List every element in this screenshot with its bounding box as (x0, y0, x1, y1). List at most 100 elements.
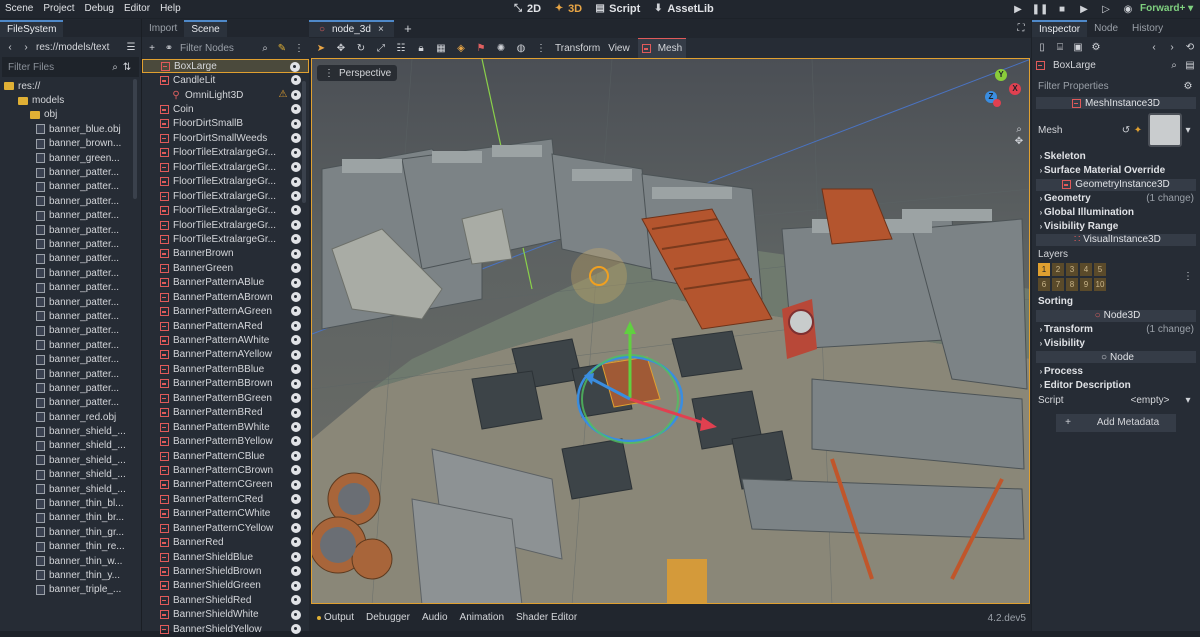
layer-cell[interactable]: 2 (1052, 262, 1064, 276)
visibility-eye-icon[interactable] (291, 436, 301, 447)
script-attach-icon[interactable]: ✎ (276, 42, 288, 54)
snap-icon[interactable]: ◈ (455, 42, 467, 54)
lock-icon[interactable]: 🔒︎ (415, 42, 427, 54)
file-item[interactable]: banner_triple_... (0, 583, 141, 597)
settings-icon[interactable]: ⚙ (1182, 80, 1194, 92)
inspector-section[interactable]: › Process (1032, 364, 1200, 378)
scene-node[interactable]: CandleLit (142, 73, 309, 87)
tab-inspector[interactable]: Inspector (1032, 19, 1088, 37)
inspector-section[interactable]: › Transform (1 change) (1032, 323, 1200, 337)
visibility-eye-icon[interactable] (291, 104, 301, 115)
tab-import[interactable]: Import (142, 20, 184, 37)
visibility-eye-icon[interactable] (291, 118, 301, 129)
visibility-eye-icon[interactable] (291, 609, 301, 620)
scene-node[interactable]: BannerPatternBRed (142, 406, 309, 420)
scene-node[interactable]: BannerPatternBWhite (142, 420, 309, 434)
tree-folder-obj[interactable]: obj (0, 108, 141, 122)
file-item[interactable]: banner_patter... (0, 223, 141, 237)
visibility-eye-icon[interactable] (291, 465, 301, 476)
inspector-section[interactable]: › Visibility Range (1032, 219, 1200, 233)
zoom-controls[interactable]: ⌕ ✥ (1013, 123, 1025, 163)
visibility-eye-icon[interactable] (291, 133, 301, 144)
scene-node[interactable]: BannerShieldGreen (142, 579, 309, 593)
scene-node[interactable]: BannerShieldRed (142, 593, 309, 607)
history-forward-icon[interactable]: › (1166, 41, 1178, 53)
stop-icon[interactable]: ■ (1056, 3, 1068, 15)
scene-node[interactable]: BannerBrown (142, 247, 309, 261)
menu-debug[interactable]: Debug (79, 0, 118, 18)
layer-cell[interactable]: 1 (1038, 262, 1050, 276)
movie-icon[interactable]: ◉ (1122, 3, 1134, 15)
scale-tool-icon[interactable]: ⤢ (375, 42, 387, 54)
visibility-eye-icon[interactable] (291, 89, 301, 100)
add-tab-icon[interactable]: + (402, 21, 414, 36)
back-icon[interactable]: ‹ (4, 41, 16, 53)
split-mode-icon[interactable]: ☰ (125, 41, 137, 53)
mode-2d-button[interactable]: ⤡ 2D (506, 0, 547, 18)
file-item[interactable]: banner_thin_bl... (0, 496, 141, 510)
scene-node[interactable]: BannerPatternBGreen (142, 391, 309, 405)
layer-cell[interactable]: 5 (1094, 262, 1106, 276)
visibility-eye-icon[interactable] (291, 479, 301, 490)
3d-viewport[interactable]: ⋮ Perspective Y X Z ⌕ ✥ (311, 58, 1030, 604)
mode-script-button[interactable]: ▤ Script (588, 0, 646, 18)
tab-shader-editor[interactable]: Shader Editor (510, 610, 583, 626)
menu-editor[interactable]: Editor (119, 0, 155, 18)
forward-icon[interactable]: › (20, 41, 32, 53)
object-selector[interactable]: BoxLarge ⌕ ▤ (1032, 57, 1200, 73)
chevron-down-icon[interactable]: ▾ (1182, 124, 1194, 136)
scene-node[interactable]: BannerPatternCGreen (142, 478, 309, 492)
open-icon[interactable]: ⌸ (1054, 41, 1066, 53)
scene-node[interactable]: BannerPatternABlue (142, 276, 309, 290)
perspective-menu[interactable]: ⋮ Perspective (317, 65, 398, 81)
play-scene-icon[interactable]: ▶ (1078, 3, 1090, 15)
add-metadata-button[interactable]: + Add Metadata (1056, 413, 1176, 432)
visibility-eye-icon[interactable] (291, 320, 301, 331)
file-item[interactable]: banner_red.obj (0, 410, 141, 424)
menu-scene[interactable]: Scene (0, 0, 38, 18)
file-item[interactable]: banner_shield_... (0, 439, 141, 453)
tab-output[interactable]: Output (311, 610, 360, 626)
file-item[interactable]: banner_patter... (0, 352, 141, 366)
visibility-eye-icon[interactable] (291, 263, 301, 274)
file-item[interactable]: banner_patter... (0, 367, 141, 381)
scene-node[interactable]: BannerPatternCYellow (142, 521, 309, 535)
scene-node[interactable]: BannerShieldBlue (142, 550, 309, 564)
file-item[interactable]: banner_thin_y... (0, 568, 141, 582)
mesh-preview[interactable] (1148, 113, 1182, 147)
filter-properties[interactable]: Filter Properties ⚙ (1032, 76, 1200, 96)
file-item[interactable]: banner_patter... (0, 338, 141, 352)
visibility-eye-icon[interactable] (291, 75, 301, 86)
menu-project[interactable]: Project (38, 0, 79, 18)
path-field[interactable]: res://models/text (36, 42, 121, 53)
file-item[interactable]: banner_shield_... (0, 482, 141, 496)
scene-node[interactable]: BannerShieldBrown (142, 564, 309, 578)
filter-nodes-input[interactable]: Filter Nodes (180, 43, 254, 54)
inspector-section[interactable]: › Surface Material Override (1032, 164, 1200, 178)
distraction-free-icon[interactable]: ⛶ (1015, 22, 1027, 34)
visibility-eye-icon[interactable] (291, 537, 301, 548)
history-back-icon[interactable]: ‹ (1148, 41, 1160, 53)
visibility-eye-icon[interactable] (291, 162, 301, 173)
transform-menu[interactable]: Transform (555, 43, 600, 54)
file-item[interactable]: banner_thin_re... (0, 540, 141, 554)
visibility-eye-icon[interactable] (291, 335, 301, 346)
scene-node[interactable]: FloorDirtSmallB (142, 117, 309, 131)
tab-animation[interactable]: Animation (454, 610, 510, 626)
visibility-eye-icon[interactable] (291, 407, 301, 418)
object-history-icon[interactable]: ⟲ (1184, 41, 1196, 53)
layer-cell[interactable]: 9 (1080, 277, 1092, 291)
environment-icon[interactable]: ◍ (515, 42, 527, 54)
pan-icon[interactable]: ✥ (1013, 135, 1025, 147)
scene-node[interactable]: Coin (142, 102, 309, 116)
file-item[interactable]: banner_shield_... (0, 468, 141, 482)
visibility-eye-icon[interactable] (291, 364, 301, 375)
visibility-eye-icon[interactable] (291, 393, 301, 404)
visibility-eye-icon[interactable] (291, 580, 301, 591)
file-item[interactable]: banner_blue.obj (0, 122, 141, 136)
visibility-eye-icon[interactable] (291, 624, 301, 635)
scene-node[interactable]: FloorTileExtralargeGr... (142, 189, 309, 203)
scene-node[interactable]: BannerPatternBBlue (142, 362, 309, 376)
layer-cell[interactable]: 10 (1094, 277, 1106, 291)
tab-scene[interactable]: Scene (184, 19, 227, 37)
